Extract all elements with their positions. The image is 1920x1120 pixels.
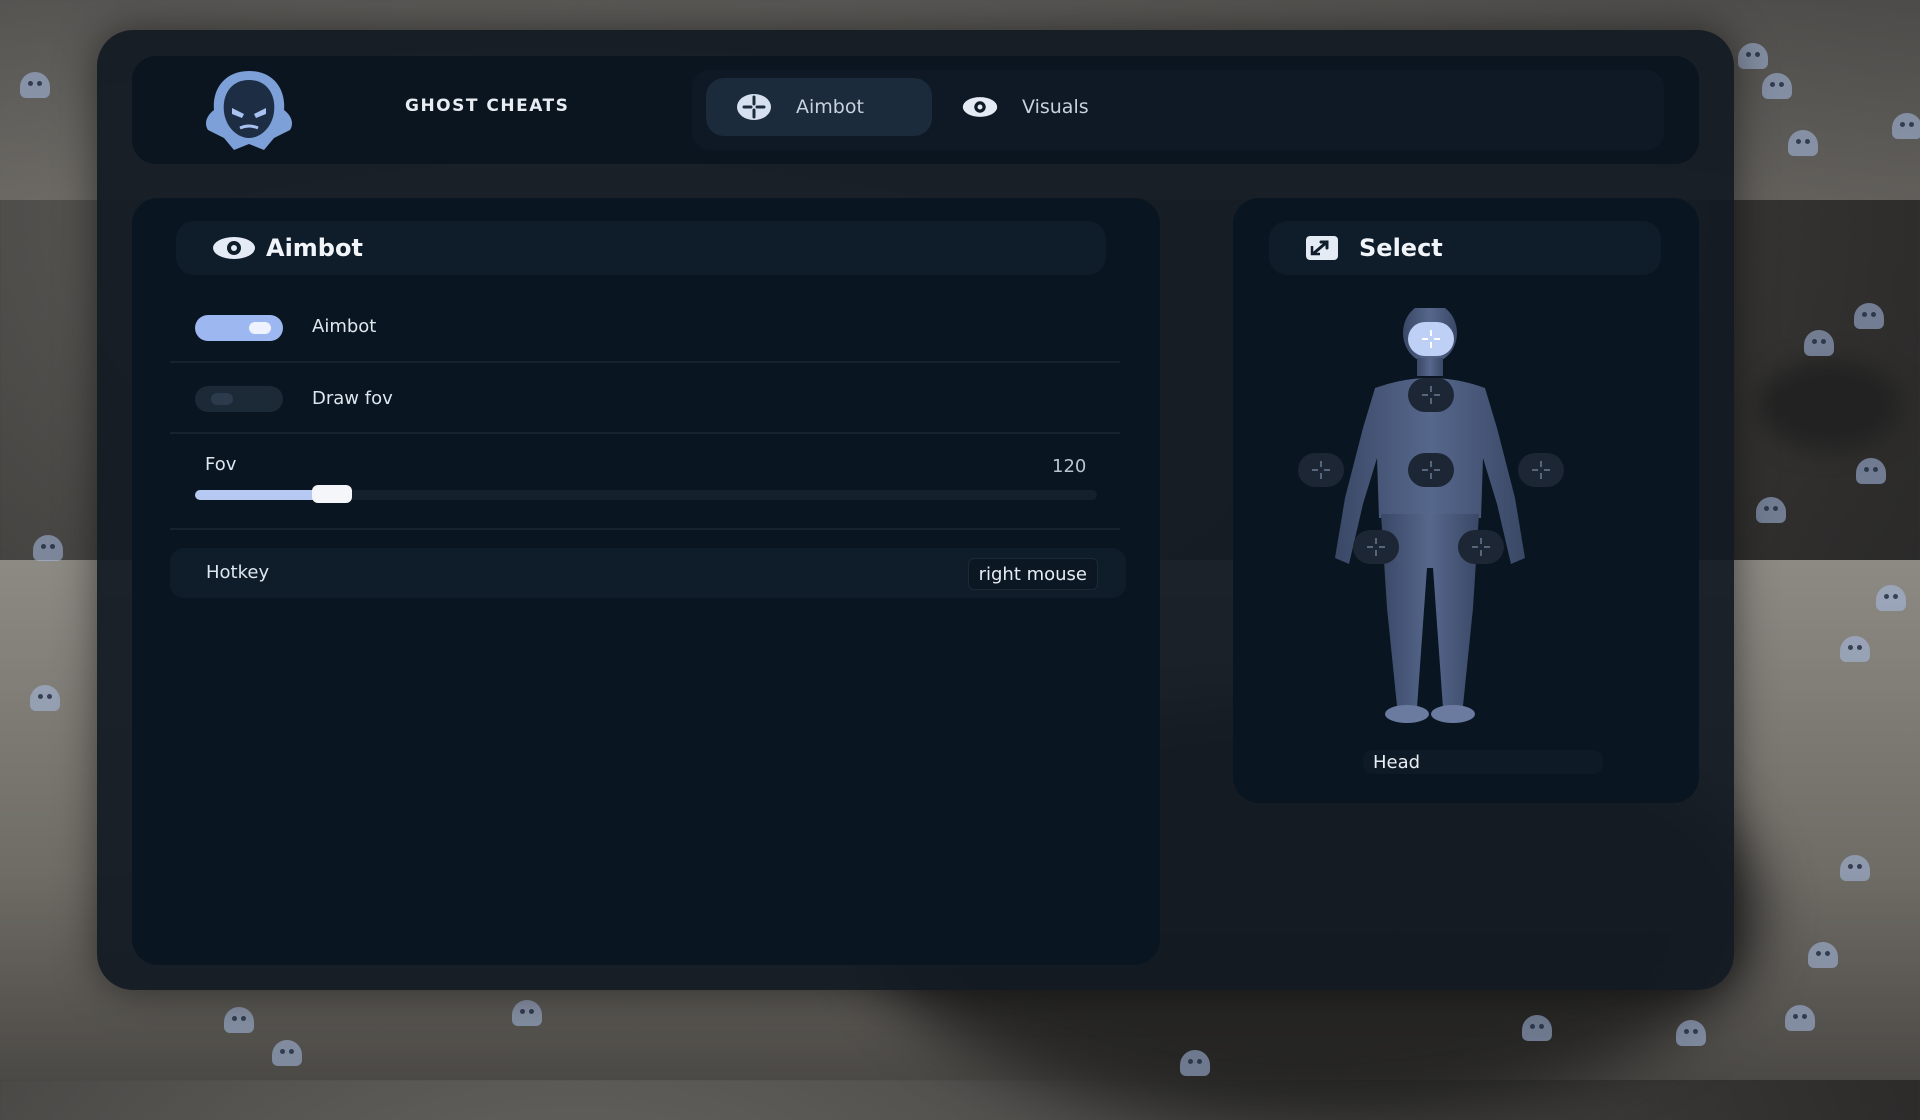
target-head[interactable] [1408,322,1454,356]
target-neck[interactable] [1408,378,1454,412]
fov-slider-thumb[interactable] [312,485,352,503]
target-right-arm[interactable] [1518,453,1564,487]
ghost-icon [1788,130,1818,156]
fov-slider[interactable] [195,485,1097,503]
tab-visuals[interactable]: Visuals [962,78,1162,136]
ghost-icon [1856,458,1886,484]
ghost-icon [33,535,63,561]
cheat-menu-window: GHOST CHEATS Aimbot Visuals Aimbot Aimbo… [97,30,1734,990]
aimbot-panel-title: Aimbot [266,234,363,262]
brand-title: GHOST CHEATS [405,96,570,116]
ghost-icon [1804,330,1834,356]
draw-fov-toggle-label: Draw fov [312,388,393,409]
ghost-icon [1785,1005,1815,1031]
ghost-icon [1892,113,1920,139]
crosshair-icon [1472,538,1490,556]
eye-icon [212,236,256,260]
tab-aimbot-label: Aimbot [796,96,864,118]
fov-label: Fov [205,454,237,475]
aimbot-toggle-label: Aimbot [312,316,377,337]
fov-value: 120 [1052,456,1087,477]
body-model [1293,303,1713,738]
hotkey-button[interactable]: right mouse [967,558,1098,590]
divider [170,432,1120,434]
draw-fov-toggle[interactable] [195,386,283,412]
background-shadow-small [1760,360,1900,450]
ghost-icon [20,72,50,98]
ghost-icon [1840,855,1870,881]
target-right-leg[interactable] [1458,530,1504,564]
tab-visuals-label: Visuals [1022,96,1089,118]
aimbot-toggle[interactable] [195,315,283,341]
select-panel-title: Select [1359,234,1443,262]
ghost-icon [1876,585,1906,611]
eye-icon [962,89,998,125]
top-bar: GHOST CHEATS Aimbot Visuals [132,56,1699,164]
ghost-icon [1180,1050,1210,1076]
select-panel-header: Select [1269,221,1661,275]
hotkey-row: Hotkey right mouse [170,548,1126,598]
ghost-icon [1676,1020,1706,1046]
body-silhouette [1335,303,1525,723]
aimbot-panel-header: Aimbot [176,221,1106,275]
divider [170,528,1120,530]
crosshair-icon [1422,330,1440,348]
expand-icon [1305,235,1339,261]
ghost-icon [1808,942,1838,968]
ghost-icon [1738,43,1768,69]
ghost-icon [1522,1015,1552,1041]
ghost-icon [30,685,60,711]
ghost-icon [1854,303,1884,329]
select-panel: Select Head [1233,198,1699,803]
ghost-icon [512,1000,542,1026]
crosshair-icon [1422,386,1440,404]
crosshair-icon [1312,461,1330,479]
ghost-logo-icon [194,68,304,153]
target-chest[interactable] [1408,453,1454,487]
aimbot-panel: Aimbot Aimbot Draw fov Fov 120 Hotkey ri… [132,198,1160,965]
crosshair-icon [1532,461,1550,479]
ghost-icon [1840,636,1870,662]
divider [170,361,1120,363]
crosshair-icon [1422,461,1440,479]
tab-aimbot[interactable]: Aimbot [706,78,932,136]
nav-tabs: Aimbot Visuals [692,70,1664,150]
target-left-arm[interactable] [1298,453,1344,487]
bone-select-dropdown[interactable]: Head [1363,750,1603,774]
toggle-knob [249,322,271,334]
ghost-icon [1756,497,1786,523]
ghost-icon [1762,73,1792,99]
crosshair-icon [1367,538,1385,556]
target-left-leg[interactable] [1353,530,1399,564]
ghost-icon [272,1040,302,1066]
toggle-knob [211,393,233,405]
ghost-icon [224,1007,254,1033]
crosshair-icon [736,89,772,125]
hotkey-label: Hotkey [206,562,270,583]
